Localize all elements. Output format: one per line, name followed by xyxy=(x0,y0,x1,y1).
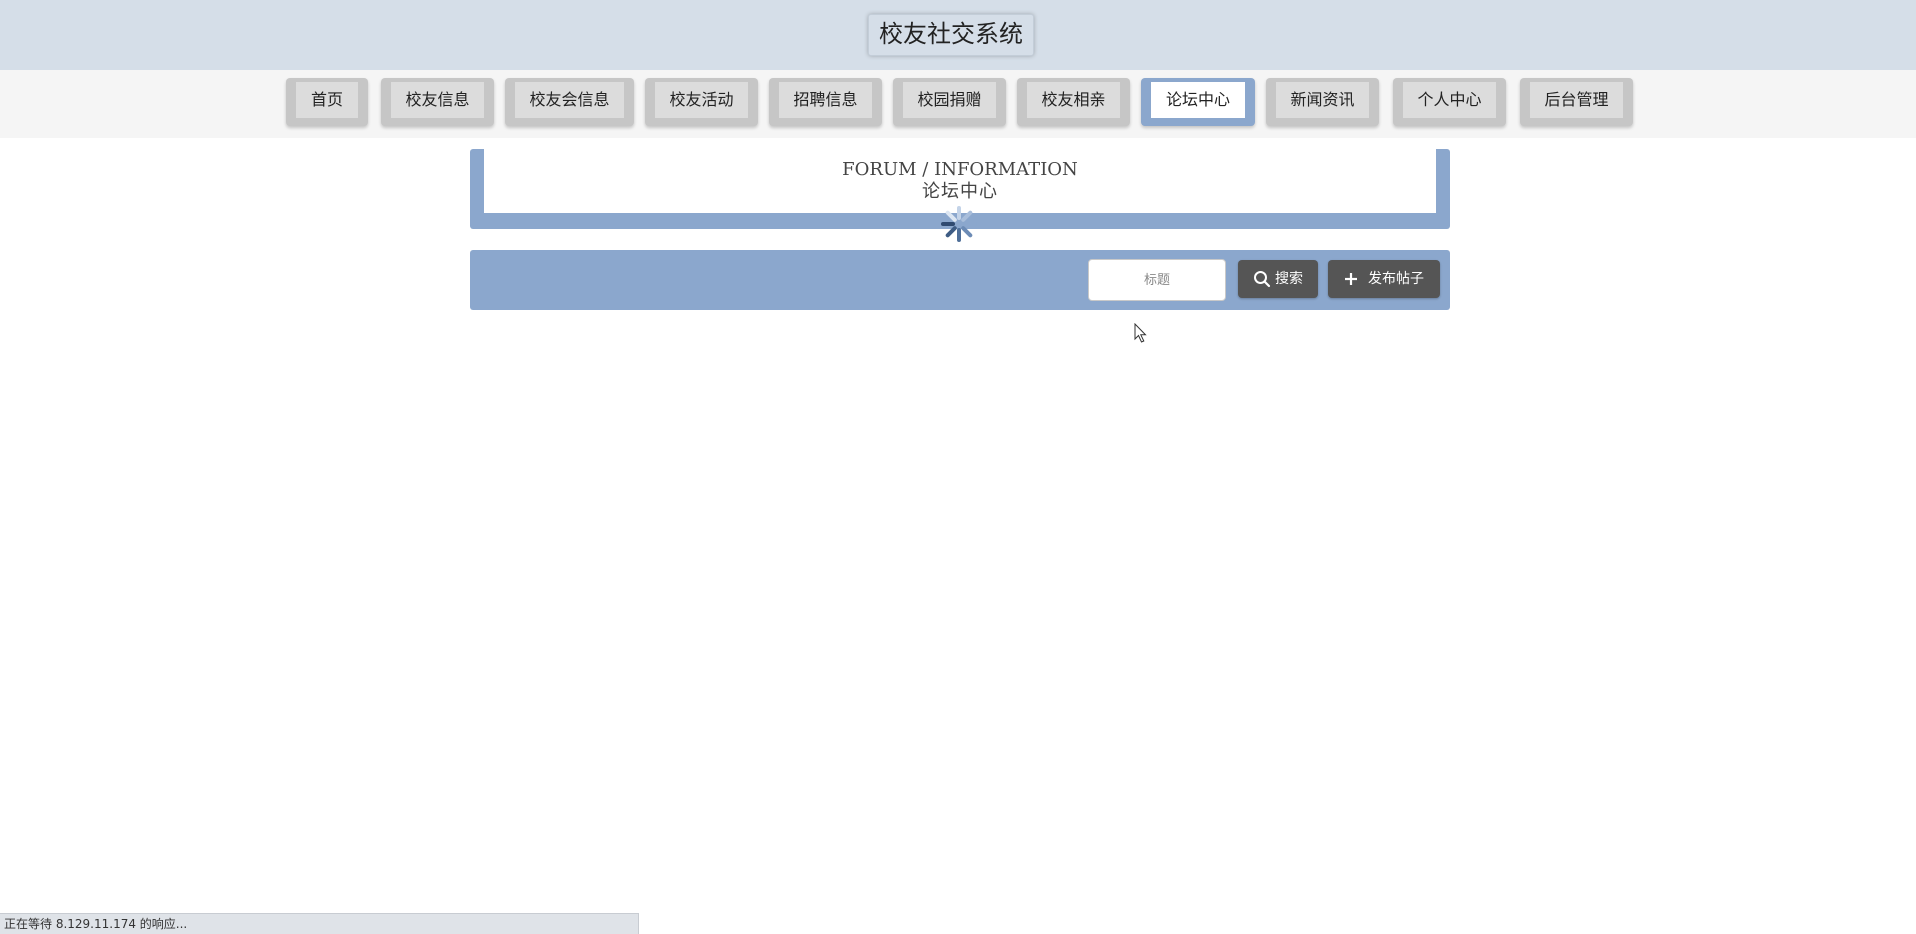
browser-status-bar: 正在等待 8.129.11.174 的响应... xyxy=(0,913,639,934)
search-button-label: 搜索 xyxy=(1275,271,1303,287)
search-icon xyxy=(1254,271,1271,288)
nav-item-donation[interactable]: 校园捐赠 xyxy=(893,78,1006,126)
nav-item-label: 新闻资讯 xyxy=(1276,82,1369,118)
forum-title-en: FORUM / INFORMATION xyxy=(842,159,1078,180)
nav-item-matchmaking[interactable]: 校友相亲 xyxy=(1017,78,1130,126)
nav-item-forum[interactable]: 论坛中心 xyxy=(1141,78,1255,126)
nav-item-label: 招聘信息 xyxy=(779,82,872,118)
nav-item-alumni-activities[interactable]: 校友活动 xyxy=(645,78,758,126)
forum-title-box: FORUM / INFORMATION 论坛中心 xyxy=(484,149,1436,213)
header: 校友社交系统 xyxy=(0,0,1916,70)
nav-item-admin[interactable]: 后台管理 xyxy=(1520,78,1633,126)
nav-item-label: 校园捐赠 xyxy=(903,82,996,118)
nav-item-label: 个人中心 xyxy=(1403,82,1496,118)
forum-title-zh: 论坛中心 xyxy=(922,181,998,202)
loading-spinner-icon xyxy=(941,206,977,242)
nav-item-alumni-info[interactable]: 校友信息 xyxy=(381,78,494,126)
nav-item-label: 校友活动 xyxy=(655,82,748,118)
nav-item-personal-center[interactable]: 个人中心 xyxy=(1393,78,1506,126)
nav-item-label: 论坛中心 xyxy=(1151,82,1245,118)
nav-item-news[interactable]: 新闻资讯 xyxy=(1266,78,1379,126)
nav-item-label: 校友会信息 xyxy=(515,82,624,118)
nav-item-label: 后台管理 xyxy=(1530,82,1623,118)
nav-item-label: 首页 xyxy=(296,82,358,118)
create-post-button[interactable]: 发布帖子 xyxy=(1328,260,1440,298)
mouse-cursor-icon xyxy=(1134,323,1147,343)
search-button[interactable]: 搜索 xyxy=(1238,260,1318,298)
nav-item-label: 校友相亲 xyxy=(1027,82,1120,118)
main-nav: 首页 校友信息 校友会信息 校友活动 招聘信息 校园捐赠 校友相亲 论坛中心 新… xyxy=(0,70,1916,138)
nav-item-recruitment[interactable]: 招聘信息 xyxy=(769,78,882,126)
nav-item-alumni-association[interactable]: 校友会信息 xyxy=(505,78,634,126)
nav-item-home[interactable]: 首页 xyxy=(286,78,368,126)
plus-icon xyxy=(1345,273,1357,285)
create-post-button-label: 发布帖子 xyxy=(1368,271,1424,287)
nav-item-label: 校友信息 xyxy=(391,82,484,118)
site-title: 校友社交系统 xyxy=(868,14,1034,56)
title-search-input[interactable] xyxy=(1088,259,1226,301)
search-bar: 搜索 发布帖子 xyxy=(470,250,1450,310)
